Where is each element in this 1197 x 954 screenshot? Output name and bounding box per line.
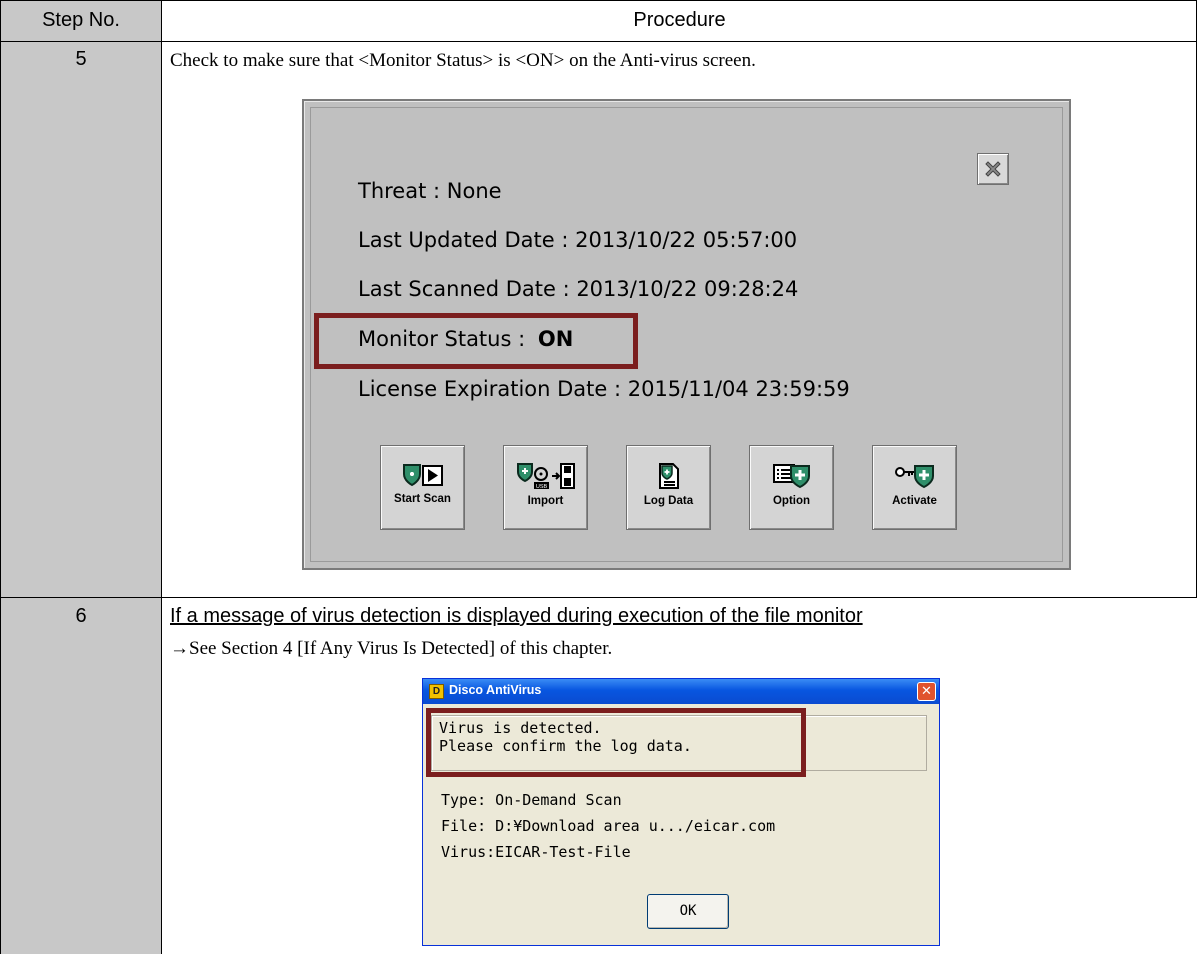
license-expiration-text: License Expiration Date : 2015/11/04 23:… (358, 377, 850, 401)
ok-button[interactable]: OK (647, 894, 729, 929)
antivirus-panel: Threat : None Last Updated Date : 2013/1… (302, 99, 1071, 570)
shield-play-icon (402, 464, 443, 487)
step6-instruction: →See Section 4 [If Any Virus Is Detected… (170, 638, 613, 659)
step6-heading: If a message of virus detection is displ… (170, 605, 863, 627)
activate-button[interactable]: Activate (872, 445, 957, 530)
disco-app-icon: D (429, 684, 444, 699)
start-scan-label: Start Scan (394, 493, 451, 505)
import-label: Import (527, 495, 564, 507)
step-column-body-bg (0, 41, 162, 954)
message-highlight (426, 708, 806, 777)
scan-type-text: Type: On-Demand Scan (441, 791, 622, 809)
activate-label: Activate (892, 495, 937, 507)
step-number-5: 5 (75, 48, 87, 70)
log-data-button[interactable]: Log Data (626, 445, 711, 530)
log-document-icon (658, 463, 679, 489)
import-button[interactable]: USB Import (503, 445, 588, 530)
dialog-close-button[interactable]: ✕ (917, 682, 936, 701)
close-icon (985, 161, 1001, 177)
option-button[interactable]: Option (749, 445, 834, 530)
dialog-title: Disco AntiVirus (449, 683, 542, 697)
header-procedure: Procedure (633, 9, 726, 31)
last-updated-text: Last Updated Date : 2013/10/22 05:57:00 (358, 228, 798, 252)
step-number-6: 6 (75, 605, 87, 627)
svg-text:USB: USB (535, 484, 547, 490)
header-bottom-border (0, 41, 1197, 42)
log-data-label: Log Data (643, 495, 694, 507)
option-label: Option (772, 495, 811, 507)
virus-detected-dialog: D Disco AntiVirus ✕ Virus is detected. P… (422, 678, 940, 946)
usb-import-icon: USB (516, 463, 575, 490)
step5-instruction: Check to make sure that <Monitor Status>… (170, 50, 756, 71)
key-shield-icon (894, 465, 934, 489)
last-scanned-text: Last Scanned Date : 2013/10/22 09:28:24 (358, 277, 799, 301)
monitor-status-highlight (314, 313, 638, 369)
threat-text: Threat : None (358, 179, 502, 203)
option-list-shield-icon (772, 464, 810, 489)
file-path-text: File: D:¥Download area u.../eicar.com (441, 817, 776, 835)
column-divider (161, 0, 162, 954)
start-scan-button[interactable]: Start Scan (380, 445, 465, 530)
dialog-title-bar[interactable]: D Disco AntiVirus ✕ (423, 679, 939, 704)
row5-bottom-border (0, 597, 1197, 598)
table-left-border (0, 0, 1, 954)
virus-name-text: Virus:EICAR-Test-File (441, 843, 631, 861)
header-step-no: Step No. (42, 9, 120, 31)
close-button[interactable] (977, 153, 1009, 185)
